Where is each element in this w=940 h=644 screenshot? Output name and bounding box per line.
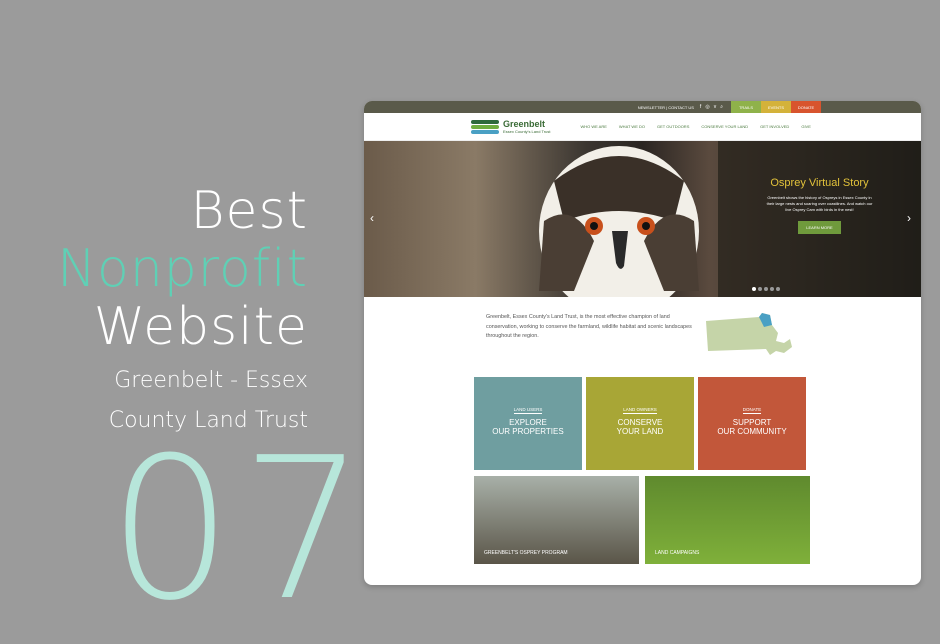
hero-title: Osprey Virtual Story	[770, 177, 869, 189]
nav-what-we-do[interactable]: WHAT WE DO	[619, 124, 645, 129]
primary-nav: WHO WE ARE WHAT WE DO GET OUTDOORS CONSE…	[580, 124, 810, 129]
tile-label: LAND OWNERS	[623, 407, 657, 414]
tile-land-campaigns[interactable]: LAND CAMPAIGNS	[645, 476, 810, 564]
trails-button[interactable]: TRAILS	[731, 101, 761, 113]
nav-get-outdoors[interactable]: GET OUTDOORS	[657, 124, 689, 129]
newsletter-contact-links[interactable]: NEWSLETTER | CONTACT US	[638, 105, 694, 110]
site-logo[interactable]: Greenbelt Essex County's Land Trust	[471, 118, 551, 134]
slider-dots	[752, 287, 780, 291]
logo-tagline: Essex County's Land Trust	[503, 128, 551, 134]
logo-name: Greenbelt	[503, 118, 546, 129]
headline-website: Website	[93, 297, 308, 357]
nav-who-we-are[interactable]: WHO WE ARE	[580, 124, 606, 129]
headline-nonprofit: Nonprofit	[57, 239, 308, 299]
events-button[interactable]: EVENTS	[761, 101, 791, 113]
tile-caption: LAND CAMPAIGNS	[655, 550, 700, 556]
slider-dot[interactable]	[770, 287, 774, 291]
nav-get-involved[interactable]: GET INVOLVED	[760, 124, 789, 129]
tile-heading-1: EXPLORE	[509, 418, 547, 427]
slider-dot[interactable]	[752, 287, 756, 291]
hero-text: Greenbelt shows the history of Ospreys i…	[766, 195, 873, 212]
subtitle-line-1: Greenbelt - Essex	[114, 368, 308, 393]
tile-heading-1: SUPPORT	[732, 418, 772, 427]
instagram-icon[interactable]: ◎	[705, 104, 709, 110]
osprey-image	[539, 146, 699, 297]
tile-support-community[interactable]: DONATE SUPPORT OUR COMMUNITY	[698, 377, 806, 470]
tile-osprey-program[interactable]: GREENBELT'S OSPREY PROGRAM	[474, 476, 639, 564]
tile-heading-2: YOUR LAND	[616, 427, 664, 436]
slider-dot[interactable]	[776, 287, 780, 291]
website-screenshot: NEWSLETTER | CONTACT US f ◎ v ⌕ TRAILS E…	[364, 101, 921, 585]
massachusetts-map-icon	[706, 313, 792, 355]
tile-heading-2: OUR PROPERTIES	[492, 427, 564, 436]
logo-mark-icon	[471, 119, 499, 134]
tile-label: DONATE	[742, 407, 762, 414]
hero-slider: ‹ Osprey Virtual Story Greenbelt shows t…	[364, 141, 921, 297]
slider-dot[interactable]	[764, 287, 768, 291]
tile-heading-2: OUR COMMUNITY	[717, 427, 787, 436]
tile-label: LAND USERS	[513, 407, 543, 414]
facebook-icon[interactable]: f	[700, 104, 701, 110]
utility-bar: NEWSLETTER | CONTACT US f ◎ v ⌕ TRAILS E…	[364, 101, 921, 113]
tile-conserve-land[interactable]: LAND OWNERS CONSERVE YOUR LAND	[586, 377, 694, 470]
vimeo-icon[interactable]: v	[714, 104, 717, 110]
learn-more-button[interactable]: LEARN MORE	[798, 221, 841, 234]
intro-text: Greenbelt, Essex County's Land Trust, is…	[486, 314, 692, 339]
rank-number: 07	[108, 416, 374, 644]
headline: Best Nonprofit Website Greenbelt - Essex…	[57, 182, 308, 436]
headline-best: Best	[190, 181, 308, 241]
hero-next-arrow-icon[interactable]: ›	[907, 211, 911, 225]
hero-prev-arrow-icon[interactable]: ‹	[370, 211, 374, 225]
nav-conserve-your-land[interactable]: CONSERVE YOUR LAND	[701, 124, 748, 129]
tile-heading-1: CONSERVE	[617, 418, 663, 427]
donate-button[interactable]: DONATE	[791, 101, 821, 113]
nav-give[interactable]: GIVE	[801, 124, 811, 129]
tile-caption: GREENBELT'S OSPREY PROGRAM	[484, 550, 568, 556]
hero-panel: Osprey Virtual Story Greenbelt shows the…	[718, 141, 921, 297]
feature-tiles: LAND USERS EXPLORE OUR PROPERTIES LAND O…	[474, 377, 810, 564]
tile-explore-properties[interactable]: LAND USERS EXPLORE OUR PROPERTIES	[474, 377, 582, 470]
search-icon[interactable]: ⌕	[720, 104, 723, 110]
main-navbar: Greenbelt Essex County's Land Trust WHO …	[364, 113, 921, 141]
slider-dot[interactable]	[758, 287, 762, 291]
